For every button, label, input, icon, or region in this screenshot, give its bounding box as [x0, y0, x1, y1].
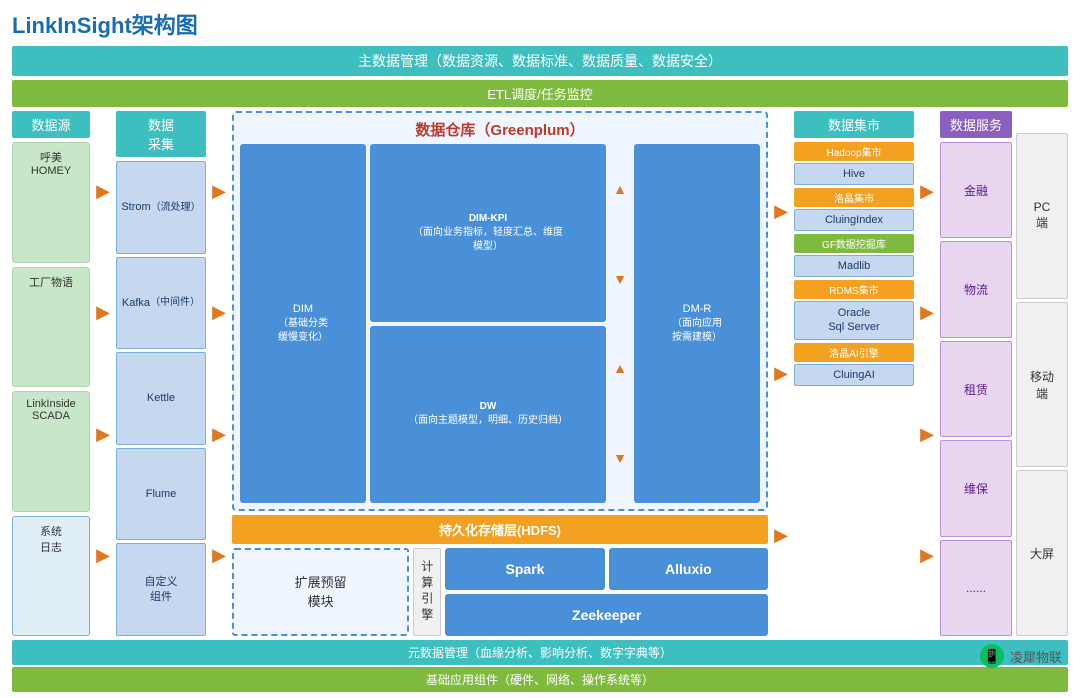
- arrow-dw-mart-1: ▶: [774, 201, 788, 222]
- dw-dm-r: DM-R （面向应用 按需建模）: [634, 144, 760, 503]
- arrow-source-collect-4: ▶: [96, 545, 110, 566]
- device-pc: PC端: [1016, 133, 1068, 299]
- mart-gf-group: GF数据挖掘库 Madlib: [794, 234, 914, 277]
- arrow-mart-service-3: ▶: [920, 424, 934, 445]
- meta-data-banner: 元数据管理（血缘分析、影响分析、数字字典等）: [12, 640, 1068, 665]
- spark-box: Spark: [445, 548, 604, 590]
- wechat-icon: 📱: [980, 644, 1004, 668]
- mart-rdms-label: RDMS集市: [794, 280, 914, 299]
- mart-gf-label: GF数据挖掘库: [794, 234, 914, 253]
- mart-luojing-group: 洛晶集市 CluingIndex: [794, 188, 914, 231]
- mart-header: 数据集市: [794, 111, 914, 138]
- collect-custom: 自定义组件: [116, 543, 206, 636]
- zk-box: Zeekeeper: [445, 594, 768, 636]
- arrow-source-collect-1: ▶: [96, 181, 110, 202]
- arrow-down-2: ▼: [613, 450, 627, 466]
- mart-cluing: CluingIndex: [794, 209, 914, 231]
- arrow-down-1: ▼: [613, 271, 627, 287]
- mart-ai-group: 洛晶AI引擎 CluingAI: [794, 343, 914, 386]
- collect-kettle: Kettle: [116, 352, 206, 445]
- service-finance: 金融: [940, 142, 1012, 238]
- etl-banner: ETL调度/任务监控: [12, 80, 1068, 107]
- mart-hive: Hive: [794, 163, 914, 185]
- compute-engine: 计算引擎: [413, 548, 441, 636]
- arrow-source-collect-2: ▶: [96, 302, 110, 323]
- arrow-collect-dw-4: ▶: [212, 545, 226, 566]
- mart-hadoop-label: Hadoop集市: [794, 142, 914, 161]
- hdfs-bar: 持久化存储层(HDFS): [232, 515, 768, 544]
- mart-cluingai: CluingAI: [794, 364, 914, 386]
- arrow-mart-service-2: ▶: [920, 302, 934, 323]
- service-header: 数据服务: [940, 111, 1012, 138]
- mart-luojing-label: 洛晶集市: [794, 188, 914, 207]
- base-app-banner: 基础应用组件（硬件、网络、操作系统等）: [12, 667, 1068, 692]
- arrow-source-collect-3: ▶: [96, 424, 110, 445]
- service-logistics: 物流: [940, 241, 1012, 337]
- arrow-up-1: ▲: [613, 181, 627, 197]
- alluxio-box: Alluxio: [609, 548, 768, 590]
- arrow-dw-mart-3: ▶: [774, 525, 788, 546]
- source-header: 数据源: [12, 111, 90, 138]
- service-maintenance: 维保: [940, 440, 1012, 536]
- arrow-collect-dw-2: ▶: [212, 302, 226, 323]
- arrow-up-2: ▲: [613, 360, 627, 376]
- device-mobile: 移动端: [1016, 302, 1068, 468]
- dw-dw: DW （面向主题模型，明细、历史归档）: [370, 326, 606, 504]
- page-title: LinkInSight架构图: [12, 8, 1068, 40]
- mart-hadoop-group: Hadoop集市 Hive: [794, 142, 914, 185]
- mart-rdms-group: RDMS集市 OracleSql Server: [794, 280, 914, 340]
- source-item-factory: 工厂物语: [12, 267, 90, 388]
- mart-oracle: OracleSql Server: [794, 301, 914, 340]
- service-rental: 租赁: [940, 341, 1012, 437]
- dw-dim: DIM （基础分类 缓慢变化）: [240, 144, 366, 503]
- arrow-dw-mart-2: ▶: [774, 363, 788, 384]
- mart-ai-label: 洛晶AI引擎: [794, 343, 914, 362]
- arrow-mart-service-4: ▶: [920, 545, 934, 566]
- device-screen: 大屏: [1016, 470, 1068, 636]
- service-more: ......: [940, 540, 1012, 636]
- source-item-linkinside: LinkInsideSCADA: [12, 391, 90, 512]
- expand-box: 扩展预留 模块: [232, 548, 409, 636]
- collect-flume: Flume: [116, 448, 206, 541]
- dw-dim-kpi: DIM-KPI （面向业务指标，轻度汇总、维度 模型）: [370, 144, 606, 322]
- wechat-label: 凌犀物联: [1010, 647, 1062, 666]
- collect-strom: Strom（流处理）: [116, 161, 206, 254]
- source-item-syslog: 系统日志: [12, 516, 90, 637]
- arrow-collect-dw-1: ▶: [212, 181, 226, 202]
- mart-madlib: Madlib: [794, 255, 914, 277]
- collect-kafka: Kafka（中间件）: [116, 257, 206, 350]
- arrow-collect-dw-3: ▶: [212, 424, 226, 445]
- master-data-banner: 主数据管理（数据资源、数据标准、数据质量、数据安全）: [12, 46, 1068, 76]
- dw-title: 数据仓库（Greenplum）: [240, 119, 760, 140]
- arrow-mart-service-1: ▶: [920, 181, 934, 202]
- source-item-homey: 呼美HOMEY: [12, 142, 90, 263]
- collect-header: 数据 采集: [116, 111, 206, 157]
